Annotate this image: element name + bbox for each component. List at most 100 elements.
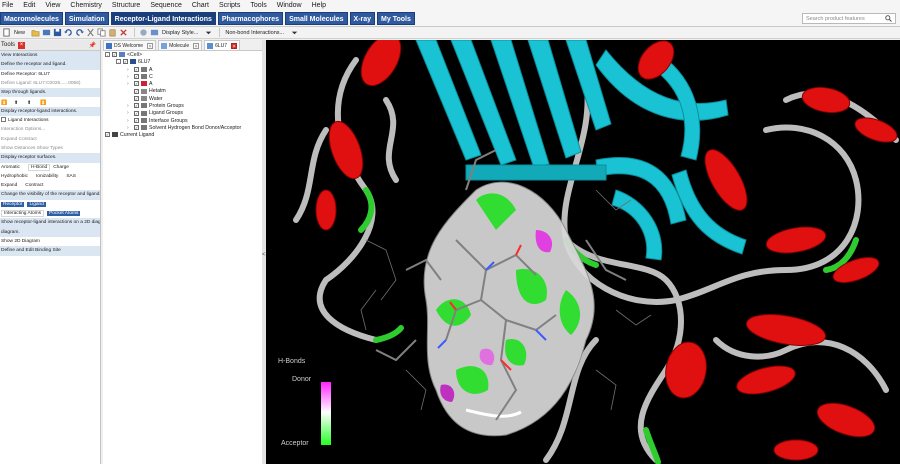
tools-row[interactable]: ⏫ ⬆ ⬆ ⏫ [0, 97, 100, 106]
tools-row-label[interactable]: Interaction Options... [1, 127, 45, 132]
tools-row[interactable]: Show Distances Show Types [0, 144, 100, 153]
tools-row-label[interactable]: Expand Contract [1, 137, 37, 142]
expand-toggle-icon[interactable]: - [105, 52, 110, 58]
search-input[interactable]: Search product features [802, 13, 896, 24]
paste-icon[interactable] [108, 28, 117, 37]
tools-row[interactable]: Define Ligand: 6LU7:C0025......0066) [0, 79, 100, 88]
chevron-right-icon[interactable]: › [127, 118, 132, 125]
tree-item[interactable]: › ✓ Solvent Hydrogen Bond Donor/Acceptor [103, 125, 262, 132]
undo-icon[interactable] [64, 28, 73, 37]
tools-row-label[interactable]: Define Ligand: 6LU7:C0025......0066) [1, 81, 80, 86]
doc-tab-molecule[interactable]: Molecule × [158, 40, 203, 50]
save-icon[interactable] [53, 28, 62, 37]
tree-item[interactable]: › ✓ C [103, 74, 262, 81]
menu-item-edit[interactable]: Edit [23, 2, 35, 9]
menu-item-file[interactable]: File [2, 2, 13, 9]
visibility-checkbox[interactable]: ✓ [134, 103, 139, 109]
visibility-checkbox[interactable]: ✓ [134, 66, 139, 72]
molecule-3d-viewer[interactable]: H-Bonds Donor Acceptor [266, 40, 900, 464]
tools-row[interactable]: Hydrophobic Ionizability SAS [0, 172, 100, 181]
prev-icon[interactable]: ⬆ [14, 99, 20, 106]
tools-row[interactable]: Aromatic H-Bond Charge [0, 163, 100, 172]
menu-item-chemistry[interactable]: Chemistry [70, 2, 102, 9]
tools-row[interactable]: Expand Contract [0, 135, 100, 144]
ionizability-button[interactable]: Ionizability [36, 174, 58, 179]
tab-x-ray[interactable]: X-ray [349, 12, 376, 25]
new-button[interactable]: New [14, 30, 25, 36]
chevron-down-icon[interactable] [290, 28, 299, 37]
tree-item[interactable]: › ✓ Ligand Groups [103, 110, 262, 117]
tree-item[interactable]: ✓ Water [103, 96, 262, 103]
tools-row[interactable]: Show 2D Diagram [0, 237, 100, 246]
visibility-checkbox[interactable]: ✓ [112, 52, 117, 58]
visibility-checkbox[interactable]: ✓ [134, 88, 139, 94]
last-icon[interactable]: ⏫ [40, 99, 46, 106]
ligand-button[interactable]: Ligand [27, 201, 46, 207]
display-style-button[interactable]: Display Style... [162, 30, 198, 36]
close-icon[interactable]: × [18, 41, 26, 49]
tree-item[interactable]: ✓ Current Ligand [103, 132, 262, 139]
tree-item[interactable]: › ✓ A [103, 81, 262, 88]
hbond-button[interactable]: H-Bond [27, 163, 51, 171]
tools-row-label[interactable]: Show 2D Diagram [1, 239, 40, 244]
tree-item[interactable]: › ✓ A [103, 67, 262, 74]
visibility-checkbox[interactable]: ✓ [105, 132, 110, 138]
ligand-interactions-checkbox[interactable] [1, 117, 6, 123]
chevron-down-icon[interactable] [204, 28, 213, 37]
tab-small-molecules[interactable]: Small Molecules [285, 12, 348, 25]
tab-simulation[interactable]: Simulation [64, 12, 109, 25]
cut-icon[interactable] [86, 28, 95, 37]
menu-item-tools[interactable]: Tools [250, 2, 266, 9]
redo-icon[interactable] [75, 28, 85, 37]
aromatic-button[interactable]: Aromatic [1, 165, 20, 170]
close-icon[interactable]: × [147, 42, 154, 50]
tree-item[interactable]: › ✓ Protein Groups [103, 103, 262, 110]
chevron-right-icon[interactable]: › [127, 125, 132, 132]
copy-icon[interactable] [97, 28, 106, 37]
visibility-checkbox[interactable]: ✓ [134, 125, 139, 131]
close-icon[interactable]: × [231, 42, 238, 50]
interacting-atoms-button[interactable]: Interacting Atoms [1, 210, 45, 218]
expand-button[interactable]: Expand [1, 183, 17, 188]
search-icon[interactable] [885, 15, 892, 22]
chevron-right-icon[interactable]: › [127, 74, 132, 81]
new-file-icon[interactable] [2, 28, 11, 37]
tab-macromolecules[interactable]: Macromolecules [0, 12, 63, 25]
hydrophobic-button[interactable]: Hydrophobic [1, 174, 28, 179]
chevron-right-icon[interactable]: › [127, 103, 132, 110]
tools-row[interactable]: Expand Contract [0, 181, 100, 190]
menu-item-window[interactable]: Window [277, 2, 302, 9]
visibility-checkbox[interactable]: ✓ [134, 95, 139, 101]
visibility-checkbox[interactable]: ✓ [123, 59, 128, 65]
charge-button[interactable]: Charge [53, 165, 69, 170]
delete-icon[interactable] [119, 28, 128, 37]
doc-tab-6lu7[interactable]: 6LU7 × [204, 40, 241, 50]
tools-row[interactable]: Receptor Ligand [0, 200, 100, 209]
menu-item-scripts[interactable]: Scripts [219, 2, 240, 9]
menu-item-help[interactable]: Help [312, 2, 326, 9]
chevron-right-icon[interactable]: › [127, 110, 132, 117]
menu-item-view[interactable]: View [45, 2, 60, 9]
tab-my-tools[interactable]: My Tools [377, 12, 415, 25]
tab-pharmacophores[interactable]: Pharmacophores [217, 12, 284, 25]
tree-item[interactable]: - ✓ <Cell> [103, 52, 262, 59]
tools-row[interactable]: Define Receptor: 6LU7 [0, 70, 100, 79]
tree-item[interactable]: ✓ Hetatm [103, 88, 262, 95]
tab-receptor-ligand-interactions[interactable]: Receptor-Ligand Interactions [110, 12, 216, 25]
chevron-right-icon[interactable]: › [127, 67, 132, 74]
sas-button[interactable]: SAS [66, 174, 76, 179]
nonbond-interactions-button[interactable]: Non-bond Interactions... [225, 30, 284, 36]
close-icon[interactable]: × [193, 42, 200, 50]
visibility-checkbox[interactable]: ✓ [134, 74, 139, 80]
expand-toggle-icon[interactable]: - [116, 59, 121, 65]
menu-item-chart[interactable]: Chart [192, 2, 209, 9]
pocket-atoms-button[interactable]: Pocket Atoms [47, 211, 81, 217]
tools-row[interactable]: Ligand Interactions [0, 116, 100, 125]
open-folder-icon[interactable] [31, 28, 40, 37]
visibility-checkbox[interactable]: ✓ [134, 81, 139, 87]
select-icon[interactable] [139, 28, 148, 37]
tree-item[interactable]: › ✓ Interface Groups [103, 118, 262, 125]
first-icon[interactable]: ⏫ [1, 99, 7, 106]
tree-item[interactable]: - ✓ 6LU7 [103, 59, 262, 66]
open-file-icon[interactable] [42, 28, 51, 37]
